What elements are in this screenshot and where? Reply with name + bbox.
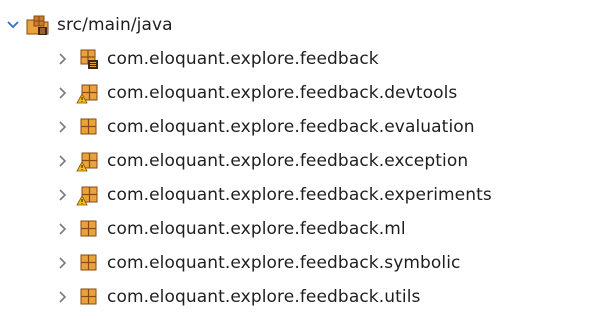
chevron-right-icon[interactable]: [56, 86, 70, 100]
chevron-right-icon[interactable]: [56, 188, 70, 202]
tree-root-label: src/main/java: [57, 15, 173, 35]
package-label: com.eloquant.explore.feedback.exception: [107, 151, 469, 171]
package-warning-icon: [76, 81, 100, 105]
package-warning-icon: [76, 183, 100, 207]
tree-item-package-5[interactable]: com.eloquant.explore.feedback.experiment…: [56, 178, 492, 212]
tree-item-package-6[interactable]: com.eloquant.explore.feedback.ml: [56, 212, 406, 246]
chevron-right-icon[interactable]: [56, 256, 70, 270]
package-label: com.eloquant.explore.feedback: [107, 49, 379, 69]
chevron-right-icon[interactable]: [56, 120, 70, 134]
tree-root-src-main-java[interactable]: src/main/java: [6, 8, 173, 42]
chevron-right-icon[interactable]: [56, 222, 70, 236]
package-label: com.eloquant.explore.feedback.experiment…: [107, 185, 492, 205]
package-icon: [76, 47, 100, 71]
tree-item-package-2[interactable]: com.eloquant.explore.feedback.devtools: [56, 76, 457, 110]
tree-item-package-1[interactable]: com.eloquant.explore.feedback: [56, 42, 379, 76]
tree-item-package-4[interactable]: com.eloquant.explore.feedback.exception: [56, 144, 468, 178]
package-icon: [76, 251, 100, 275]
package-label: com.eloquant.explore.feedback.symbolic: [107, 253, 461, 273]
package-icon: [76, 115, 100, 139]
package-label: com.eloquant.explore.feedback.evaluation: [107, 117, 475, 137]
chevron-down-icon[interactable]: [6, 18, 20, 32]
package-warning-icon: [76, 149, 100, 173]
package-label: com.eloquant.explore.feedback.ml: [107, 219, 406, 239]
package-explorer-tree: src/main/java com.eloquant.explore.feedb…: [0, 0, 590, 324]
chevron-right-icon[interactable]: [56, 52, 70, 66]
chevron-right-icon[interactable]: [56, 290, 70, 304]
package-icon: [76, 217, 100, 241]
package-label: com.eloquant.explore.feedback.utils: [107, 287, 421, 307]
tree-item-package-8[interactable]: com.eloquant.explore.feedback.utils: [56, 280, 420, 314]
source-folder-icon: [26, 13, 50, 37]
package-icon: [76, 285, 100, 309]
chevron-right-icon[interactable]: [56, 154, 70, 168]
tree-item-package-3[interactable]: com.eloquant.explore.feedback.evaluation: [56, 110, 475, 144]
tree-item-package-7[interactable]: com.eloquant.explore.feedback.symbolic: [56, 246, 461, 280]
package-label: com.eloquant.explore.feedback.devtools: [107, 83, 458, 103]
